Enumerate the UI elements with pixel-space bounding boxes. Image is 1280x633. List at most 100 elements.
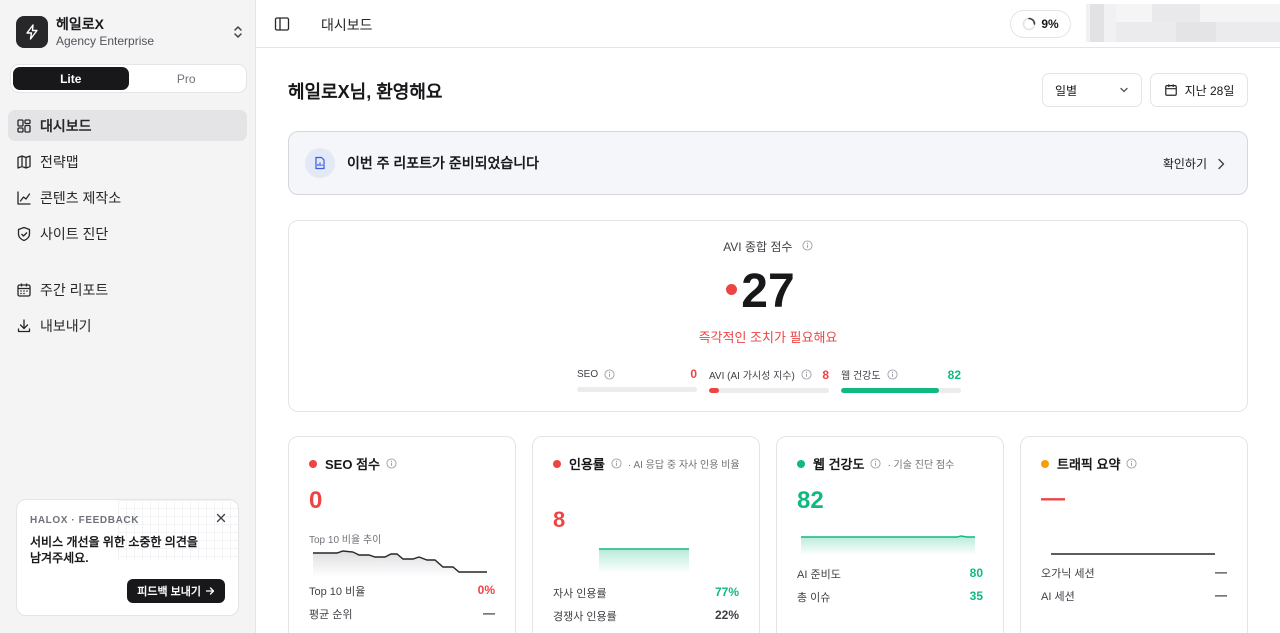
metric-label: 웹 건강도	[841, 371, 881, 382]
plan-option-lite[interactable]: Lite	[13, 67, 129, 90]
sidebar-item-dashboard[interactable]: 대시보드	[8, 110, 247, 141]
kpi-title: 웹 건강도	[813, 457, 865, 472]
progress-indicator[interactable]: 9%	[1010, 10, 1071, 38]
metric-bar-fill	[841, 388, 940, 393]
download-icon	[16, 318, 32, 334]
kpi-card-traffic[interactable]: 트래픽 요약 — 오가닉 세션 — AI 세션 —	[1020, 436, 1248, 633]
report-banner[interactable]: 이번 주 리포트가 준비되었습니다 확인하기	[288, 131, 1248, 195]
sidebar-item-label: 주간 리포트	[40, 281, 109, 298]
info-icon	[801, 369, 812, 380]
date-range-button[interactable]: 지난 28일	[1150, 73, 1248, 107]
chevron-down-icon	[1120, 87, 1128, 93]
org-logo	[16, 16, 48, 48]
topbar: 대시보드 9%	[256, 0, 1280, 48]
report-document-icon	[305, 148, 335, 178]
greeting-title: 헤일로X님, 환영해요	[288, 82, 443, 102]
metric-bar-fill	[709, 388, 719, 393]
user-menu[interactable]	[1086, 4, 1280, 42]
report-cta-label: 확인하기	[1162, 157, 1207, 171]
sidebar: 헤일로X Agency Enterprise Lite Pro 대시보드 전략맵…	[0, 0, 256, 633]
sidebar-item-strategy-map[interactable]: 전략맵	[8, 146, 247, 177]
kpi-card-web-health[interactable]: 웹 건강도 · 기술 진단 점수 82 AI 준비도 80 총 이슈 35	[776, 436, 1004, 633]
sidebar-item-label: 대시보드	[40, 117, 92, 134]
feedback-message: 서비스 개선을 위한 소중한 의견을 남겨주세요.	[30, 535, 198, 565]
map-icon	[16, 154, 32, 170]
plan-toggle[interactable]: Lite Pro	[10, 64, 247, 93]
seo-trend-sparkline	[313, 550, 487, 577]
avi-metric-avi: AVI (AI 가시성 지수) 8	[709, 367, 829, 393]
traffic-sparkline	[1051, 553, 1215, 555]
kpi-row-label: 자사 인용률	[553, 588, 607, 600]
kpi-row-value: 35	[969, 589, 983, 603]
kpi-title: 트래픽 요약	[1057, 457, 1121, 472]
report-banner-cta[interactable]: 확인하기	[1163, 155, 1225, 172]
sidebar-item-site-diagnosis[interactable]: 사이트 진단	[8, 218, 247, 249]
org-switcher[interactable]: 헤일로X Agency Enterprise	[16, 14, 246, 50]
info-icon	[604, 368, 615, 380]
sidebar-item-label: 콘텐츠 제작소	[40, 189, 122, 206]
info-icon	[870, 458, 881, 469]
bolt-icon	[26, 24, 38, 40]
kpi-value: 82	[797, 487, 824, 514]
dashboard-icon	[16, 118, 32, 134]
kpi-row-value: —	[1215, 565, 1227, 579]
shield-icon	[16, 226, 32, 242]
avi-metric-seo: SEO 0	[577, 367, 697, 392]
kpi-row-value: —	[1215, 588, 1227, 602]
status-dot	[553, 459, 561, 468]
kpi-row-value: —	[483, 606, 495, 620]
metric-label: AVI (AI 가시성 지수)	[709, 371, 795, 382]
spinner-icon	[1023, 17, 1036, 31]
kpi-row-value: 0%	[477, 583, 495, 597]
sidebar-toggle-icon[interactable]	[274, 16, 290, 32]
kpi-row-label: AI 준비도	[797, 569, 841, 581]
feedback-eyebrow: HALOX · FEEDBACK	[30, 515, 140, 526]
kpi-card-seo[interactable]: SEO 점수 0 Top 10 비율 추이 Top 10 비율 0% 평균 순위 —	[288, 436, 516, 633]
report-banner-text: 이번 주 리포트가 준비되었습니다	[347, 155, 539, 171]
org-plan: Agency Enterprise	[56, 33, 155, 48]
kpi-row-label: 경쟁사 인용률	[553, 611, 617, 623]
send-feedback-button[interactable]: 피드백 보내기	[127, 579, 225, 603]
sidebar-item-export[interactable]: 내보내기	[8, 310, 247, 341]
info-icon	[802, 240, 813, 251]
send-feedback-label: 피드백 보내기	[137, 586, 201, 598]
chevron-right-icon	[1218, 158, 1225, 169]
period-select[interactable]: 일별	[1042, 73, 1142, 107]
feedback-card: HALOX · FEEDBACK 서비스 개선을 위한 소중한 의견을 남겨주세…	[16, 499, 239, 616]
arrow-right-icon	[205, 587, 215, 595]
metric-value: 8	[822, 367, 829, 382]
status-dot	[797, 459, 805, 468]
avi-label-text: AVI 종합 점수	[723, 240, 793, 254]
kpi-card-citation[interactable]: 인용률 · AI 응답 중 자사 인용 비율 8 자사 인용률 77% 경쟁사 인용…	[532, 436, 760, 633]
kpi-row-value: 22%	[714, 608, 739, 622]
metric-bar	[577, 387, 697, 392]
kpi-value: 8	[553, 507, 566, 532]
info-icon	[887, 369, 898, 380]
kpi-row-label: 평균 순위	[309, 609, 353, 621]
citation-sparkline	[599, 548, 689, 573]
plan-option-pro[interactable]: Pro	[129, 67, 245, 90]
avi-score-card: AVI 종합 점수 27 즉각적인 조치가 필요해요 SEO 0 AVI (AI …	[288, 220, 1248, 412]
info-icon	[1126, 458, 1137, 469]
status-dot	[1041, 459, 1049, 468]
metric-label: SEO	[577, 368, 599, 380]
info-icon	[386, 458, 397, 469]
kpi-row-label: Top 10 비율	[309, 586, 366, 598]
sidebar-item-weekly-report[interactable]: 주간 리포트	[8, 274, 247, 305]
calendar-icon	[16, 282, 32, 298]
calendar-icon	[1164, 84, 1177, 96]
close-icon[interactable]	[216, 511, 226, 523]
avi-score-value: 27	[741, 265, 795, 318]
kpi-row-label: 총 이슈	[797, 592, 831, 604]
web-health-sparkline	[801, 535, 975, 555]
kpi-value: —	[1041, 485, 1065, 512]
sidebar-item-label: 전략맵	[40, 153, 79, 170]
sidebar-item-label: 내보내기	[40, 317, 92, 334]
org-name: 헤일로X	[56, 15, 104, 32]
sidebar-item-content-studio[interactable]: 콘텐츠 제작소	[8, 182, 247, 213]
kpi-row-label: AI 세션	[1041, 591, 1075, 603]
kpi-row-value: 77%	[714, 585, 739, 599]
kpi-title: SEO 점수	[325, 457, 380, 472]
kpi-row-value: 80	[969, 566, 983, 580]
metric-bar	[709, 388, 829, 393]
